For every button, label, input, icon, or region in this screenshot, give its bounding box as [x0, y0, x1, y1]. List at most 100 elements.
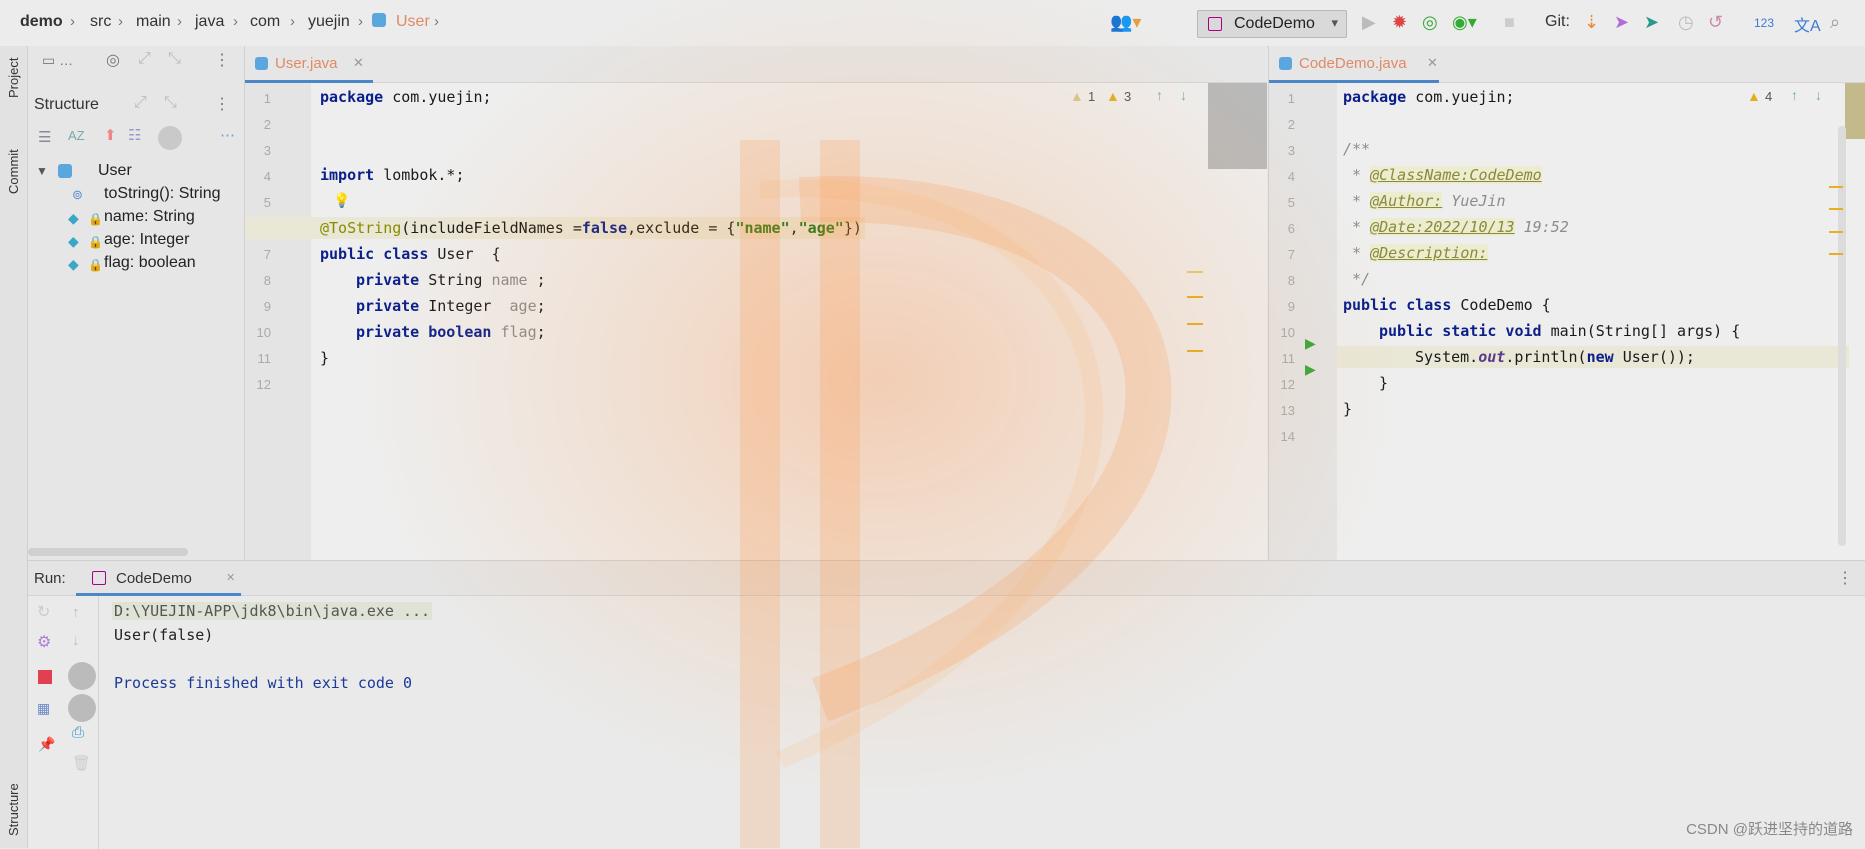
run-gutter-icon[interactable]: ▶: [1305, 361, 1316, 378]
arrow-down-icon[interactable]: ↓: [72, 632, 80, 649]
lightbulb-icon[interactable]: 💡: [333, 192, 350, 209]
commit-tool-tab[interactable]: Commit: [6, 149, 21, 194]
minimap[interactable]: [1845, 83, 1865, 139]
chevron-right-icon: ›: [434, 13, 439, 30]
rollback-icon[interactable]: ↺: [1708, 12, 1723, 33]
breadcrumb-demo[interactable]: demo: [20, 13, 63, 31]
breadcrumb-yuejin[interactable]: yuejin: [308, 13, 350, 31]
rerun-icon[interactable]: ↻: [37, 602, 50, 622]
structure-root-user[interactable]: User: [98, 162, 132, 180]
expand-all-icon[interactable]: ⤢: [134, 94, 147, 112]
breadcrumb-src[interactable]: src: [90, 13, 111, 31]
collapse-all-icon[interactable]: ⤡: [164, 94, 177, 112]
vertical-scrollbar[interactable]: [1838, 126, 1846, 546]
error-stripe-mark[interactable]: [1829, 208, 1843, 210]
history-icon[interactable]: ◷: [1678, 12, 1694, 33]
layout-icon[interactable]: ▦: [37, 700, 50, 717]
more-options-icon[interactable]: ⋮: [1837, 568, 1853, 588]
sort-visibility-icon[interactable]: ☰: [38, 128, 51, 146]
warning-icon: ▲: [1747, 88, 1761, 104]
show-fields-icon[interactable]: ☷: [128, 126, 141, 144]
stop-icon[interactable]: [38, 670, 52, 684]
breadcrumb-main[interactable]: main: [136, 13, 171, 31]
error-stripe-mark[interactable]: [1829, 231, 1843, 233]
minimap[interactable]: [1208, 83, 1267, 169]
pin-icon[interactable]: 📌: [38, 736, 55, 753]
breadcrumb-com[interactable]: com: [250, 13, 280, 31]
arrow-up-icon[interactable]: ↑: [1156, 87, 1163, 103]
arrow-down-icon[interactable]: ↓: [1180, 87, 1187, 103]
debug-icon[interactable]: ✹: [1392, 12, 1407, 33]
sort-alpha-icon[interactable]: AZ: [68, 128, 85, 143]
breadcrumb-user[interactable]: User: [396, 13, 430, 31]
more-options-icon[interactable]: ⋮: [214, 94, 230, 114]
run-label: Run:: [34, 570, 66, 587]
soft-wrap-icon[interactable]: [68, 662, 96, 690]
run-gutter-icon[interactable]: ▶: [1305, 335, 1316, 352]
stop-icon[interactable]: ■: [1504, 12, 1515, 33]
coverage-icon[interactable]: ◎: [1422, 12, 1438, 33]
project-tool-tab[interactable]: Project: [6, 58, 21, 98]
numbers-icon[interactable]: 123: [1754, 16, 1774, 30]
close-icon[interactable]: ✕: [226, 571, 235, 584]
git-label: Git:: [1545, 13, 1570, 30]
run-tab-codedemo[interactable]: CodeDemo ✕: [76, 561, 241, 596]
field-icon: ◆: [68, 233, 79, 249]
editor-codedemo-java[interactable]: CodeDemo.java ✕ 1 2 3 4 5 6 7 8 9 10 11 …: [1268, 46, 1865, 560]
translate-icon[interactable]: 文A: [1794, 12, 1821, 36]
git-update-icon[interactable]: ⇣: [1584, 12, 1599, 33]
arrow-down-icon[interactable]: ↓: [1815, 87, 1822, 103]
git-commit-icon[interactable]: ➤: [1614, 12, 1629, 33]
close-icon[interactable]: ✕: [353, 55, 364, 71]
structure-item-age[interactable]: age: Integer: [104, 231, 189, 249]
tab-user-java[interactable]: User.java ✕: [245, 46, 373, 83]
error-stripe-mark[interactable]: [1187, 271, 1203, 273]
error-stripe-mark[interactable]: [1829, 186, 1843, 188]
code-line: import lombok.*;: [320, 166, 465, 184]
arrow-up-icon[interactable]: ↑: [1791, 87, 1798, 103]
git-push-icon[interactable]: ➤: [1644, 12, 1659, 33]
chevron-down-icon[interactable]: ▼: [36, 164, 48, 178]
run-configuration-dropdown[interactable]: CodeDemo ▾: [1197, 10, 1347, 38]
error-stripe-mark[interactable]: [1187, 323, 1203, 325]
settings-icon[interactable]: ⚙: [37, 632, 51, 652]
error-stripe-mark[interactable]: [1187, 350, 1203, 352]
error-stripe-mark[interactable]: [1829, 253, 1843, 255]
line-number: 1: [1287, 91, 1295, 106]
print-icon[interactable]: ⎙: [72, 724, 84, 741]
horizontal-scrollbar[interactable]: [28, 548, 188, 556]
close-icon[interactable]: ✕: [1427, 55, 1438, 71]
collapse-icon[interactable]: ⤡: [168, 50, 181, 68]
editor-user-java[interactable]: User.java ✕ 1 2 3 4 5 6 7 8 9 10 11 12 p…: [245, 46, 1267, 560]
more-icon[interactable]: ⋯: [220, 126, 235, 144]
line-number: 4: [263, 169, 271, 184]
show-inherited-icon[interactable]: ⬆: [104, 126, 117, 144]
breadcrumb-java[interactable]: java: [195, 13, 224, 31]
inspection-widget[interactable]: ▲ 4 ↑ ↓: [1747, 86, 1837, 108]
inspection-widget[interactable]: ▲ 1 ▲ 3 ↑ ↓: [1070, 86, 1205, 108]
structure-item-name[interactable]: name: String: [104, 208, 195, 226]
clear-icon[interactable]: 🗑: [72, 754, 91, 772]
search-icon[interactable]: ⌕: [1830, 12, 1840, 33]
run-icon[interactable]: ▶: [1362, 12, 1376, 33]
tool-window-tabs-icon[interactable]: ▭ …: [42, 52, 73, 69]
line-number: 12: [256, 377, 271, 392]
arrow-up-icon[interactable]: ↑: [72, 604, 80, 621]
error-stripe-mark[interactable]: [1187, 296, 1203, 298]
lombok-icon[interactable]: [158, 126, 182, 150]
users-icon[interactable]: 👥▾: [1110, 12, 1141, 33]
profile-icon[interactable]: ◉▾: [1452, 12, 1477, 33]
target-icon[interactable]: ◎: [106, 50, 120, 70]
expand-icon[interactable]: ⤢: [138, 50, 151, 68]
more-options-icon[interactable]: ⋮: [214, 50, 230, 70]
tab-codedemo-java[interactable]: CodeDemo.java ✕: [1269, 46, 1439, 83]
scroll-to-end-icon[interactable]: [68, 694, 96, 722]
structure-item-flag[interactable]: flag: boolean: [104, 254, 196, 272]
structure-item-tostring[interactable]: toString(): String: [104, 185, 220, 203]
structure-tool-tab[interactable]: Structure: [6, 783, 21, 836]
line-number: 7: [263, 247, 271, 262]
line-number: 8: [263, 273, 271, 288]
class-icon: [1279, 57, 1292, 70]
class-icon: [58, 164, 72, 178]
console-exit-line: Process finished with exit code 0: [114, 674, 413, 692]
